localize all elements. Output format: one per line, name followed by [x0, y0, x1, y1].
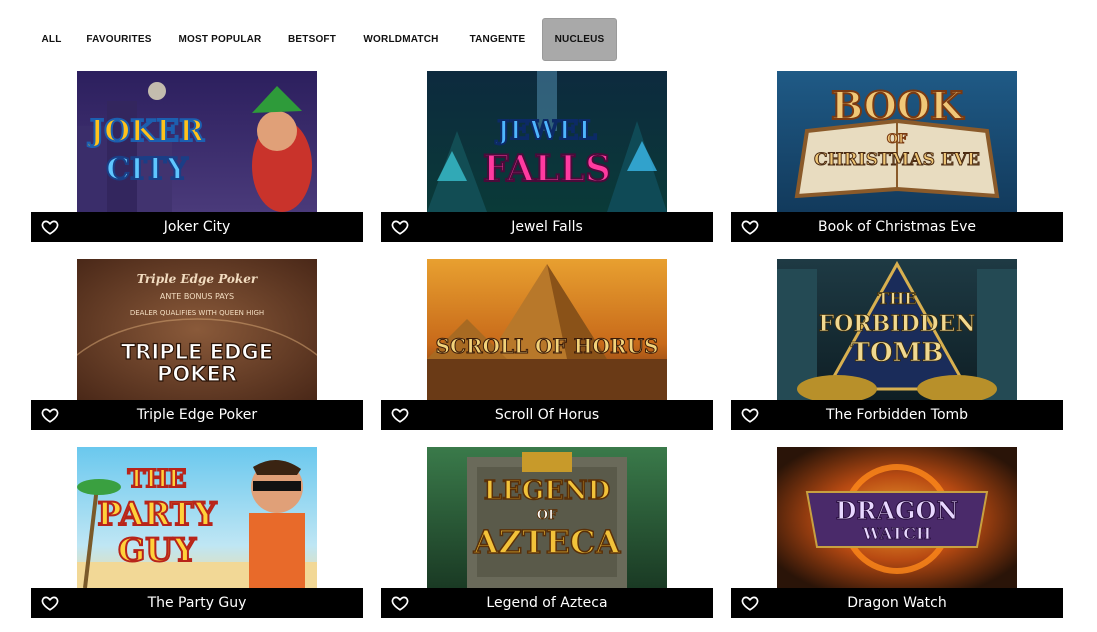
art-line: BOOK	[831, 83, 965, 128]
heart-icon[interactable]	[741, 406, 759, 424]
art-line: JEWEL	[495, 116, 596, 146]
game-card-jewel-falls: JEWEL FALLS Jewel Falls	[381, 71, 713, 242]
heart-icon[interactable]	[391, 218, 409, 236]
art-line: OF	[537, 508, 558, 523]
heart-icon[interactable]	[41, 406, 59, 424]
game-thumbnail[interactable]: THE FORBIDDEN TOMB	[777, 259, 1017, 400]
game-title: The Party Guy	[147, 595, 247, 611]
art-line: CITY	[106, 152, 188, 187]
art-line: TOMB	[851, 338, 944, 368]
game-title-bar[interactable]: Jewel Falls	[381, 212, 713, 242]
art-line: FORBIDDEN	[819, 311, 976, 337]
tab-tangente[interactable]: TANGENTE	[453, 18, 542, 61]
game-card-triple-edge-poker: Triple Edge Poker ANTE BONUS PAYS DEALER…	[31, 259, 363, 430]
game-thumbnail[interactable]: BOOK OF CHRISTMAS EVE	[777, 71, 1017, 212]
game-thumbnail[interactable]: JEWEL FALLS	[427, 71, 667, 212]
art-line: Triple Edge Poker	[137, 272, 259, 286]
art-line: THE	[128, 464, 187, 493]
game-card-dragon-watch: DRAGON WATCH Dragon Watch	[731, 447, 1063, 618]
art-line: DRAGON	[836, 496, 959, 525]
game-thumbnail[interactable]: Triple Edge Poker ANTE BONUS PAYS DEALER…	[77, 259, 317, 400]
game-title: Joker City	[163, 219, 231, 235]
game-card-the-forbidden-tomb: THE FORBIDDEN TOMB The Forbidden Tomb	[731, 259, 1063, 430]
game-title: Dragon Watch	[847, 595, 947, 611]
heart-icon[interactable]	[741, 594, 759, 612]
game-title: Jewel Falls	[511, 219, 583, 235]
tab-nucleus[interactable]: NUCLEUS	[542, 18, 617, 61]
tab-worldmatch[interactable]: WORLDMATCH	[349, 18, 453, 61]
art-line: TRIPLE EDGE	[121, 340, 273, 364]
game-card-legend-of-azteca: LEGEND OF AZTECA Legend of Azteca	[381, 447, 713, 618]
tab-favourites[interactable]: FAVOURITES	[73, 18, 165, 61]
game-card-the-party-guy: THE PARTY GUY The Party Guy	[31, 447, 363, 618]
art-line: SCROLL OF HORUS	[436, 334, 659, 358]
art-line: AZTECA	[473, 523, 622, 561]
art-line: LEGEND	[484, 476, 610, 506]
art-line: GUY	[118, 531, 197, 569]
game-thumbnail[interactable]: LEGEND OF AZTECA	[427, 447, 667, 588]
art-line: JOKER	[87, 114, 205, 149]
game-title-bar[interactable]: Dragon Watch	[731, 588, 1063, 618]
game-card-joker-city: JOKER CITY Joker City	[31, 71, 363, 242]
heart-icon[interactable]	[41, 594, 59, 612]
art-line: FALLS	[483, 148, 611, 190]
provider-filter-tabs: ALL FAVOURITES MOST POPULAR BETSOFT WORL…	[30, 18, 617, 61]
game-title: The Forbidden Tomb	[825, 407, 969, 423]
heart-icon[interactable]	[41, 218, 59, 236]
tab-betsoft[interactable]: BETSOFT	[275, 18, 349, 61]
game-thumbnail[interactable]: JOKER CITY	[77, 71, 317, 212]
art-line: DEALER QUALIFIES WITH QUEEN HIGH	[130, 309, 264, 317]
game-title-bar[interactable]: The Party Guy	[31, 588, 363, 618]
game-title-bar[interactable]: Triple Edge Poker	[31, 400, 363, 430]
art-line: PARTY	[97, 495, 217, 533]
game-card-scroll-of-horus: SCROLL OF HORUS Scroll Of Horus	[381, 259, 713, 430]
heart-icon[interactable]	[391, 406, 409, 424]
game-thumbnail[interactable]: DRAGON WATCH	[777, 447, 1017, 588]
art-line: ANTE BONUS PAYS	[160, 292, 234, 301]
game-thumbnail[interactable]: THE PARTY GUY	[77, 447, 317, 588]
game-title-bar[interactable]: The Forbidden Tomb	[731, 400, 1063, 430]
game-thumbnail[interactable]: SCROLL OF HORUS	[427, 259, 667, 400]
tab-most-popular[interactable]: MOST POPULAR	[165, 18, 275, 61]
game-title: Triple Edge Poker	[136, 407, 258, 423]
art-line: CHRISTMAS EVE	[814, 150, 980, 170]
art-line: POKER	[157, 362, 237, 386]
game-title-bar[interactable]: Book of Christmas Eve	[731, 212, 1063, 242]
tab-all[interactable]: ALL	[30, 18, 73, 61]
heart-icon[interactable]	[391, 594, 409, 612]
art-line: OF	[887, 132, 908, 147]
art-line: THE	[877, 289, 916, 308]
heart-icon[interactable]	[741, 218, 759, 236]
game-title-bar[interactable]: Joker City	[31, 212, 363, 242]
game-title: Legend of Azteca	[486, 595, 608, 611]
game-title-bar[interactable]: Legend of Azteca	[381, 588, 713, 618]
art-line: WATCH	[862, 524, 931, 543]
game-card-book-of-christmas-eve: BOOK OF CHRISTMAS EVE Book of Christmas …	[731, 71, 1063, 242]
game-title: Scroll Of Horus	[494, 407, 600, 423]
game-title: Book of Christmas Eve	[817, 219, 977, 235]
game-title-bar[interactable]: Scroll Of Horus	[381, 400, 713, 430]
